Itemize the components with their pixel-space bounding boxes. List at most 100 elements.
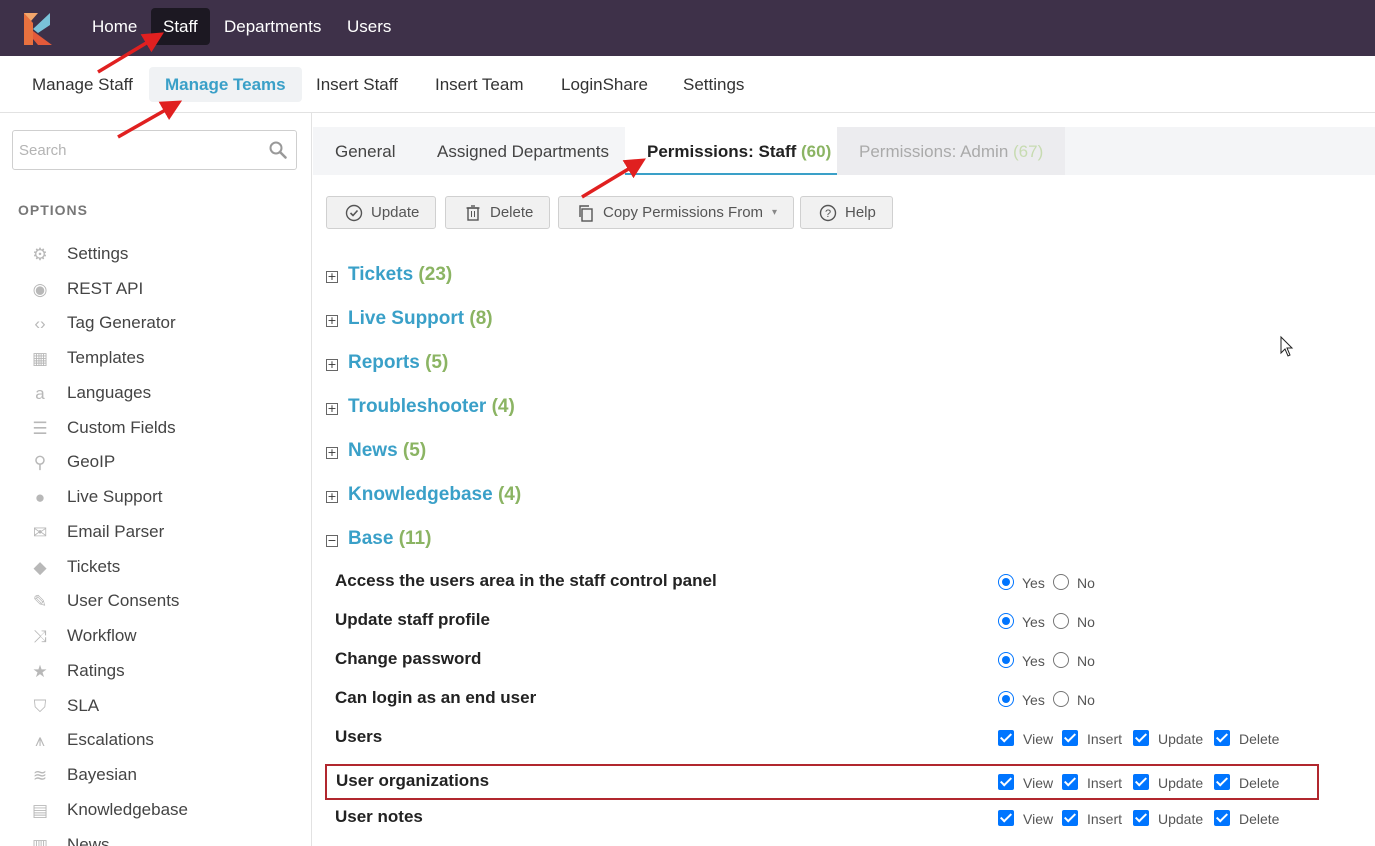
subnav-insert-staff[interactable]: Insert Staff [300, 67, 414, 102]
radio-no[interactable] [1053, 691, 1069, 707]
chevron-down-icon: ▾ [772, 207, 778, 218]
radio-yes[interactable] [998, 652, 1014, 668]
tab-general[interactable]: General [313, 127, 417, 175]
sidebar-item-label: GeoIP [67, 452, 116, 471]
update-button[interactable]: Update [326, 196, 437, 229]
expand-icon[interactable]: + [326, 403, 338, 415]
kayako-logo[interactable] [24, 13, 54, 45]
sidebar-item-label: REST API [67, 279, 144, 298]
tab-permissions-admin[interactable]: Permissions: Admin (67) [837, 127, 1066, 175]
sidebar-item-workflow[interactable]: ⤨ Workflow [30, 622, 300, 652]
map-pin-icon: ⚲ [33, 453, 47, 472]
search-box [12, 130, 297, 170]
radio-yes-label: Yes [1022, 653, 1045, 669]
expand-icon[interactable]: + [326, 315, 338, 327]
section-title: Live Support (8) [348, 308, 493, 329]
checkbox-delete[interactable] [1214, 730, 1230, 746]
search-input[interactable] [19, 139, 259, 161]
subnav-manage-teams[interactable]: Manage Teams [149, 67, 302, 102]
sidebar-item-templates[interactable]: ▦ Templates [30, 344, 300, 374]
sidebar-item-bayesian[interactable]: ≋ Bayesian [30, 761, 300, 791]
checkbox-insert[interactable] [1062, 774, 1078, 790]
radio-yes[interactable] [998, 574, 1014, 590]
checkbox-view[interactable] [998, 730, 1014, 746]
sidebar-item-email-parser[interactable]: ✉ Email Parser [30, 518, 300, 548]
sidebar-item-label: User Consents [67, 591, 180, 610]
checkbox-view-label: View [1023, 775, 1054, 791]
sidebar-item-settings[interactable]: ⚙ Settings [30, 240, 300, 270]
checkbox-delete[interactable] [1214, 774, 1230, 790]
sidebar-item-languages[interactable]: a Languages [30, 379, 300, 409]
subnav-manage-staff[interactable]: Manage Staff [16, 67, 149, 102]
shield-icon: ⛉ [33, 697, 47, 716]
collapse-icon[interactable]: − [326, 535, 338, 547]
nav-users[interactable]: Users [335, 8, 403, 45]
expand-icon[interactable]: + [326, 447, 338, 459]
checkbox-update[interactable] [1133, 730, 1149, 746]
checkbox-update[interactable] [1133, 774, 1149, 790]
checkbox-insert[interactable] [1062, 730, 1078, 746]
sidebar: OPTIONS ⚙ Settings ◉ REST API ‹› Tag Gen… [0, 113, 312, 846]
sidebar-item-news[interactable]: ▥ News [30, 831, 300, 846]
button-label: Update [371, 204, 420, 221]
nav-departments[interactable]: Departments [212, 8, 333, 45]
radio-no[interactable] [1053, 574, 1069, 590]
tab-permissions-staff[interactable]: Permissions: Staff (60) [625, 127, 854, 175]
sidebar-item-label: Tag Generator [67, 313, 176, 332]
tab-bar: General Assigned Departments Permissions… [313, 127, 1375, 175]
tab-label: Permissions: Staff [647, 142, 797, 161]
envelope-icon: ✉ [32, 523, 48, 542]
sidebar-item-label: SLA [67, 696, 100, 715]
sidebar-item-tag-generator[interactable]: ‹› Tag Generator [30, 309, 300, 339]
help-button[interactable]: ? Help [800, 196, 893, 229]
expand-icon[interactable]: + [326, 491, 338, 503]
checkbox-update-label: Update [1158, 811, 1204, 827]
sidebar-item-ratings[interactable]: ★ Ratings [30, 657, 300, 687]
sidebar-item-live-support[interactable]: ● Live Support [30, 483, 300, 513]
sidebar-item-label: Workflow [67, 626, 137, 645]
sidebar-item-tickets[interactable]: ◆ Tickets [30, 553, 300, 583]
sidebar-item-custom-fields[interactable]: ☰ Custom Fields [30, 414, 300, 444]
search-icon[interactable] [269, 141, 287, 159]
subnav-insert-team[interactable]: Insert Team [419, 67, 540, 102]
template-icon: ▦ [31, 349, 49, 368]
tab-count: (67) [1013, 142, 1044, 161]
nav-staff[interactable]: Staff [151, 8, 210, 45]
code-icon: ‹› [34, 314, 46, 333]
tab-assigned-departments[interactable]: Assigned Departments [415, 127, 631, 175]
checkbox-delete[interactable] [1214, 810, 1230, 826]
sidebar-item-sla[interactable]: ⛉ SLA [30, 692, 300, 722]
checkbox-update[interactable] [1133, 810, 1149, 826]
radio-yes[interactable] [998, 691, 1014, 707]
expand-icon[interactable]: + [326, 271, 338, 283]
radio-yes[interactable] [998, 613, 1014, 629]
sidebar-item-label: Knowledgebase [67, 800, 188, 819]
radio-yes-label: Yes [1022, 614, 1045, 630]
delete-button[interactable]: Delete [445, 196, 551, 229]
radio-no[interactable] [1053, 652, 1069, 668]
sidebar-item-escalations[interactable]: ⩚ Escalations [30, 726, 300, 756]
expand-icon[interactable]: + [326, 359, 338, 371]
radio-no[interactable] [1053, 613, 1069, 629]
checkbox-insert[interactable] [1062, 810, 1078, 826]
sidebar-item-label: Languages [67, 383, 152, 402]
copy-permissions-dropdown[interactable]: Copy Permissions From ▾ [558, 196, 795, 229]
sidebar-item-rest-api[interactable]: ◉ REST API [30, 275, 300, 305]
sidebar-item-knowledgebase[interactable]: ▤ Knowledgebase [30, 796, 300, 826]
perm-label: Can login as an end user [335, 688, 537, 707]
sidebar-item-label: Live Support [67, 487, 163, 506]
checkbox-delete-label: Delete [1239, 811, 1280, 827]
radio-no-label: No [1077, 692, 1095, 708]
wrench-icon: ✎ [32, 592, 48, 611]
subnav-settings[interactable]: Settings [667, 67, 760, 102]
sidebar-item-geoip[interactable]: ⚲ GeoIP [30, 448, 300, 478]
subnav-loginshare[interactable]: LoginShare [545, 67, 664, 102]
sidebar-item-label: Escalations [67, 730, 154, 749]
broadcast-icon: ◉ [32, 280, 48, 299]
copy-icon [579, 205, 593, 222]
tab-count: (60) [801, 142, 832, 161]
checkbox-view[interactable] [998, 774, 1014, 790]
nav-home[interactable]: Home [80, 8, 149, 45]
sidebar-item-user-consents[interactable]: ✎ User Consents [30, 587, 300, 617]
checkbox-view[interactable] [998, 810, 1014, 826]
